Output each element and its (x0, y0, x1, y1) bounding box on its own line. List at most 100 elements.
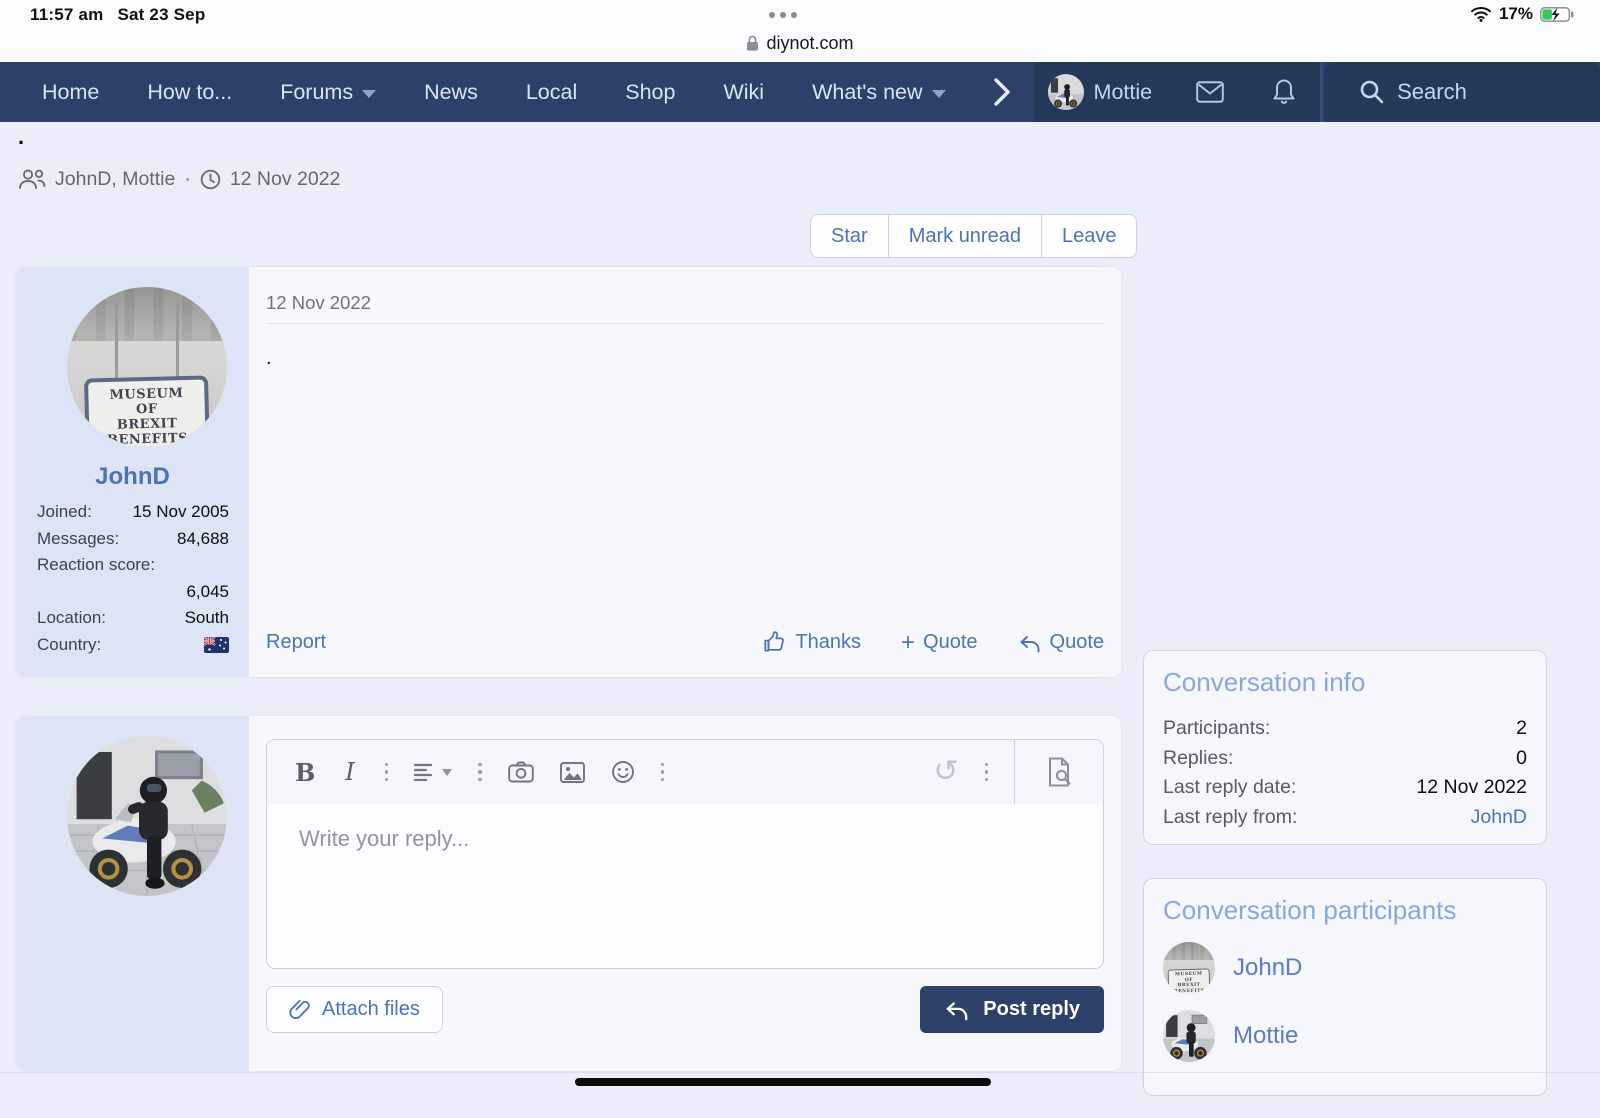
envelope-icon (1196, 81, 1224, 103)
paperclip-icon (289, 998, 311, 1021)
chevron-down-icon[interactable] (362, 90, 376, 98)
post-reply-label: Post reply (983, 998, 1080, 1021)
bold-button[interactable]: B (295, 758, 315, 787)
nav-username: Mottie (1094, 80, 1153, 105)
nav-forums[interactable]: Forums (256, 62, 400, 122)
nav-whats-new[interactable]: What's new (788, 62, 969, 122)
reply-editor[interactable]: B I ↺ (266, 739, 1104, 969)
post-bubble-arrow (249, 313, 263, 339)
reply-buttons-row: Attach files Post reply (266, 986, 1104, 1033)
reply-input[interactable]: Write your reply... (299, 826, 469, 852)
messages-value: 84,688 (177, 526, 229, 553)
quote-reply-button[interactable]: Quote (1018, 631, 1104, 654)
status-time: 11:57 am (30, 5, 103, 24)
status-dots-icon[interactable] (769, 12, 797, 18)
more-options-icon[interactable] (661, 763, 665, 782)
location-value: South (185, 605, 229, 632)
author-stats: Joined:15 Nov 2005 Messages:84,688 React… (37, 499, 229, 658)
meta-date: 12 Nov 2022 (230, 168, 341, 191)
participant-johnd-link[interactable]: JohnD (1233, 954, 1302, 982)
johnd-avatar[interactable]: MUSEUM OF BREXIT BENEFITS (1163, 942, 1215, 994)
participant-mottie-link[interactable]: Mottie (1233, 1022, 1298, 1050)
align-left-icon (414, 763, 436, 781)
joined-value: 15 Nov 2005 (133, 499, 229, 526)
replies-label: Replies: (1163, 744, 1233, 774)
thread-action-buttons: Star Mark unread Leave (810, 214, 1137, 258)
meta-participants[interactable]: JohnD, Mottie (55, 168, 175, 191)
camera-button[interactable] (508, 761, 534, 783)
nav-expand-chevron[interactable] (970, 62, 1034, 122)
reply-author-panel (16, 716, 249, 1071)
main-navbar: Home How to... Forums News Local Shop Wi… (0, 62, 1600, 122)
leave-label: Leave (1062, 225, 1117, 248)
image-button[interactable] (560, 762, 585, 783)
attach-files-button[interactable]: Attach files (266, 986, 443, 1033)
mottie-avatar[interactable] (1163, 1010, 1215, 1062)
preview-document-icon (1045, 757, 1073, 787)
reply-composer: B I ↺ (15, 715, 1122, 1072)
mark-unread-button[interactable]: Mark unread (888, 215, 1041, 257)
more-options-icon[interactable] (385, 763, 389, 782)
reaction-label: Reaction score: (37, 552, 229, 579)
nav-messages[interactable] (1172, 62, 1248, 122)
status-bar: 11:57 amSat 23 Sep 17% diynot.com (0, 0, 1600, 62)
emoji-button[interactable] (611, 760, 635, 784)
post-reply-button[interactable]: Post reply (920, 986, 1104, 1033)
participant-row: MUSEUM OF BREXIT BENEFITS JohnD (1163, 942, 1527, 994)
italic-button[interactable]: I (341, 758, 358, 786)
editor-toolbar: B I ↺ (267, 740, 1014, 804)
nav-how-to-label: How to... (147, 80, 232, 105)
post-footer: Report Thanks + Quote Quote (266, 630, 1104, 655)
nav-forums-label: Forums (280, 80, 353, 105)
nav-home-label: Home (42, 80, 99, 105)
multi-quote-button[interactable]: + Quote (901, 631, 978, 655)
nav-whats-new-label: What's new (812, 80, 922, 105)
chevron-down-icon (442, 769, 452, 776)
johnd-avatar[interactable]: MUSEUM OF BREXIT BENEFITS (67, 287, 227, 447)
star-button[interactable]: Star (811, 215, 888, 257)
last-reply-date-value: 12 Nov 2022 (1416, 773, 1527, 803)
home-indicator[interactable] (575, 1078, 991, 1086)
nav-home[interactable]: Home (0, 62, 123, 122)
smiley-icon (611, 760, 635, 784)
report-link[interactable]: Report (266, 631, 326, 654)
post: MUSEUM OF BREXIT BENEFITS JohnD Joined: 1… (15, 266, 1122, 678)
nav-how-to[interactable]: How to... (123, 62, 256, 122)
more-options-icon[interactable] (985, 763, 989, 782)
last-reply-date-label: Last reply date: (1163, 773, 1296, 803)
address-bar[interactable]: diynot.com (0, 28, 1600, 58)
nav-local[interactable]: Local (502, 62, 601, 122)
undo-button[interactable]: ↺ (933, 757, 958, 787)
post-author-name[interactable]: JohnD (16, 463, 249, 491)
nav-account[interactable]: Mottie (1034, 62, 1173, 122)
page-title: . (18, 124, 24, 150)
nav-shop-label: Shop (625, 80, 675, 105)
battery-charging-icon (1540, 7, 1574, 22)
image-icon (560, 762, 585, 783)
chevron-down-icon[interactable] (932, 90, 946, 98)
last-reply-from-link[interactable]: JohnD (1471, 803, 1527, 833)
content-bottom-rule (0, 1072, 1600, 1073)
lock-icon (746, 35, 759, 52)
leave-button[interactable]: Leave (1041, 215, 1137, 257)
nav-news[interactable]: News (400, 62, 502, 122)
nav-local-label: Local (526, 80, 577, 105)
nav-shop[interactable]: Shop (601, 62, 699, 122)
thanks-button[interactable]: Thanks (762, 630, 861, 655)
user-avatar[interactable] (1048, 74, 1084, 110)
more-options-icon[interactable] (478, 763, 482, 782)
thanks-label: Thanks (795, 631, 861, 654)
post-content: . (266, 347, 272, 370)
participants-label: Participants: (1163, 714, 1270, 744)
conversation-participants-title: Conversation participants (1163, 895, 1527, 926)
battery-percent: 17% (1499, 4, 1533, 24)
align-button[interactable] (414, 763, 452, 781)
joined-label: Joined: (37, 499, 92, 526)
mottie-avatar[interactable] (67, 736, 227, 896)
status-right: 17% (1470, 4, 1574, 24)
preview-button[interactable] (1014, 740, 1103, 804)
nav-wiki[interactable]: Wiki (699, 62, 788, 122)
nav-search[interactable]: Search (1325, 62, 1600, 122)
nav-alerts[interactable] (1248, 62, 1320, 122)
nav-wiki-label: Wiki (723, 80, 764, 105)
